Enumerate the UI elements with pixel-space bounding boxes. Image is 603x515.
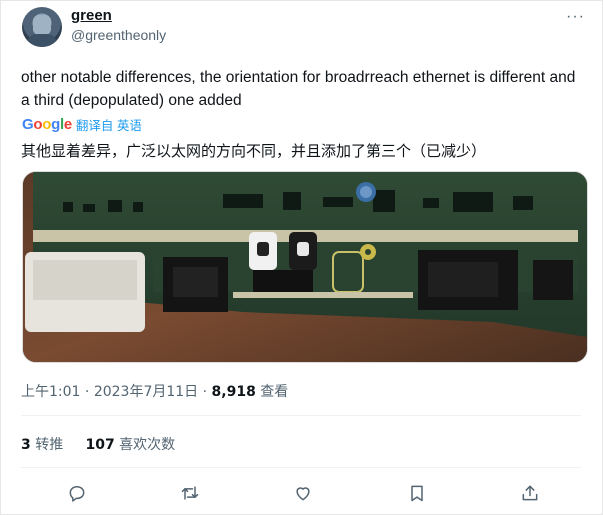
divider — [21, 415, 581, 416]
share-icon — [522, 485, 538, 501]
bookmark-button[interactable] — [404, 480, 430, 506]
tweet-date[interactable]: 2023年7月11日 — [94, 384, 198, 400]
google-logo: Google — [22, 116, 72, 133]
tweet-time[interactable]: 上午1:01 — [21, 384, 80, 400]
heart-icon — [296, 487, 310, 501]
user-handle[interactable]: @greentheonly — [71, 27, 166, 43]
retweets-count: 3 — [21, 437, 31, 453]
avatar-face — [33, 15, 51, 35]
views-count: 8,918 — [211, 384, 256, 400]
display-name[interactable]: green — [71, 7, 112, 24]
like-button[interactable] — [290, 480, 316, 506]
tweet-text: other notable differences, the orientati… — [21, 69, 576, 109]
action-bar — [0, 480, 603, 506]
avatar-body — [27, 34, 57, 47]
retweet-icon — [181, 486, 199, 500]
retweet-button[interactable] — [177, 480, 203, 506]
more-options-icon[interactable]: ··· — [566, 8, 585, 26]
likes-count: 107 — [85, 437, 115, 453]
translation-attribution: Google 翻译自 英语 — [22, 115, 142, 134]
retweets-label: 转推 — [35, 437, 64, 453]
divider — [21, 467, 581, 468]
tweet-meta: 上午1:01 · 2023年7月11日 · 8,918 查看 — [21, 381, 288, 401]
meta-separator: · — [84, 384, 90, 400]
pcb-photo — [23, 172, 587, 362]
likes-label: 喜欢次数 — [119, 437, 176, 453]
retweets-stat[interactable]: 3 转推 — [21, 437, 63, 453]
avatar[interactable] — [22, 7, 62, 47]
translated-text: 其他显着差异，广泛以太网的方向不同，并且添加了第三个（已减少） — [21, 142, 487, 160]
translated-from-link[interactable]: 翻译自 英语 — [76, 115, 142, 134]
tweet-image[interactable] — [22, 171, 588, 363]
meta-separator-2: · — [202, 384, 208, 400]
tweet-stats: 3 转推 107 喜欢次数 — [21, 434, 175, 454]
views-label: 查看 — [260, 384, 289, 400]
bookmark-icon — [411, 485, 423, 502]
share-button[interactable] — [517, 480, 543, 506]
likes-stat[interactable]: 107 喜欢次数 — [85, 437, 175, 453]
reply-icon — [69, 486, 85, 502]
reply-button[interactable] — [64, 480, 90, 506]
